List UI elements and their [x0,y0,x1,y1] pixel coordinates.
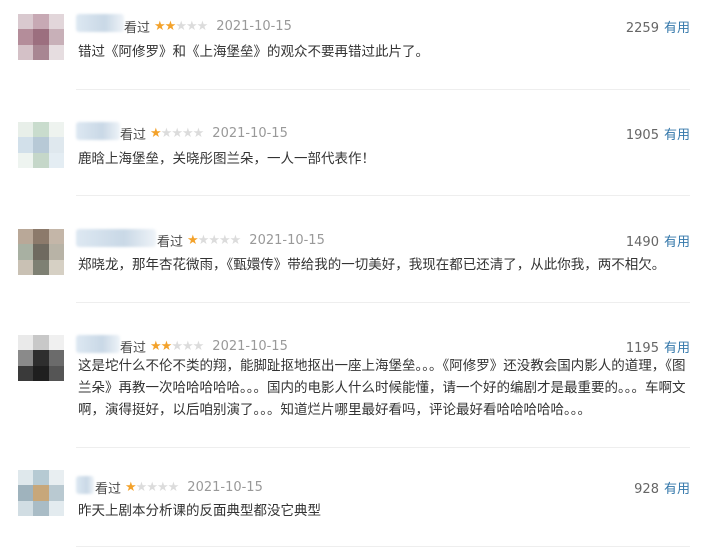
star-empty-icon: ★ [160,126,173,141]
useful-button[interactable]: 有用 [664,128,690,143]
vote-area: 1490 有用 [626,231,690,250]
review-date: 2021-10-15 [216,19,292,34]
username[interactable] [76,476,94,494]
rating-stars: ★★★★★ [125,480,180,495]
avatar[interactable] [18,122,64,168]
star-filled-icon: ★ [164,19,177,34]
username[interactable] [76,14,124,32]
vote-count: 1905 [625,128,659,143]
vote-count: 2259 [625,21,659,36]
star-empty-icon: ★ [171,126,183,141]
vote-count: 1195 [625,341,659,356]
review-meta: 看过 ★★★★★ 2021-10-15 [124,17,292,36]
star-empty-icon: ★ [175,19,187,34]
vote-count: 928 [634,482,659,497]
star-empty-icon: ★ [135,480,148,495]
star-empty-icon: ★ [171,339,183,354]
star-empty-icon: ★ [167,480,180,495]
star-filled-icon: ★ [150,126,162,141]
seen-label: 看过 [124,21,151,36]
review-text: 昨天上剧本分析课的反面典型都没它典型 [78,503,321,519]
star-empty-icon: ★ [185,19,198,34]
rating-stars: ★★★★★ [187,233,242,248]
star-empty-icon: ★ [146,480,158,495]
star-empty-icon: ★ [208,233,220,248]
divider [76,546,690,547]
star-empty-icon: ★ [197,233,210,248]
star-empty-icon: ★ [192,339,205,354]
username[interactable] [76,335,120,353]
vote-count: 1490 [625,235,659,250]
review-text: 鹿晗上海堡垒，关晓彤图兰朵，一人一部代表作！ [78,151,375,167]
review-date: 2021-10-15 [187,480,263,495]
vote-area: 2259 有用 [626,17,690,36]
vote-area: 1905 有用 [626,124,690,143]
divider [76,302,690,303]
review-date: 2021-10-15 [212,339,288,354]
seen-label: 看过 [95,482,122,497]
useful-button[interactable]: 有用 [664,482,690,497]
star-filled-icon: ★ [125,480,137,495]
rating-stars: ★★★★★ [150,339,205,354]
review-text: 郑晓龙，那年杏花微雨，《甄嬛传》带给我的一切美好，我现在都已还清了，从此你我，两… [78,257,666,273]
star-empty-icon: ★ [181,126,194,141]
star-empty-icon: ★ [229,233,242,248]
star-filled-icon: ★ [154,19,166,34]
seen-label: 看过 [157,235,184,250]
star-filled-icon: ★ [187,233,199,248]
review-date: 2021-10-15 [249,233,325,248]
star-empty-icon: ★ [192,126,205,141]
star-empty-icon: ★ [156,480,169,495]
review-meta: 看过 ★★★★★ 2021-10-15 [157,231,325,250]
star-filled-icon: ★ [150,339,162,354]
divider [76,447,690,448]
seen-label: 看过 [120,128,147,143]
star-empty-icon: ★ [218,233,231,248]
star-empty-icon: ★ [196,19,209,34]
useful-button[interactable]: 有用 [664,21,690,36]
review-date: 2021-10-15 [212,126,288,141]
star-empty-icon: ★ [181,339,194,354]
divider [76,89,690,90]
rating-stars: ★★★★★ [150,126,205,141]
avatar[interactable] [18,470,64,516]
review-text: 这是坨什么不伦不类的翔，能脚趾抠地抠出一座上海堡垒。。。《阿修罗》还没教会国内影… [78,358,686,418]
review-meta: 看过 ★★★★★ 2021-10-15 [120,337,288,356]
review-meta: 看过 ★★★★★ 2021-10-15 [120,124,288,143]
useful-button[interactable]: 有用 [664,341,690,356]
review-text: 错过《阿修罗》和《上海堡垒》的观众不要再错过此片了。 [78,44,429,60]
username[interactable] [76,122,120,140]
useful-button[interactable]: 有用 [664,235,690,250]
review-meta: 看过 ★★★★★ 2021-10-15 [95,478,263,497]
avatar[interactable] [18,14,64,60]
divider [76,195,690,196]
vote-area: 928 有用 [634,478,690,497]
avatar[interactable] [18,335,64,381]
vote-area: 1195 有用 [626,337,690,356]
seen-label: 看过 [120,341,147,356]
rating-stars: ★★★★★ [154,19,209,34]
username[interactable] [76,229,156,247]
avatar[interactable] [18,229,64,275]
star-filled-icon: ★ [160,339,173,354]
